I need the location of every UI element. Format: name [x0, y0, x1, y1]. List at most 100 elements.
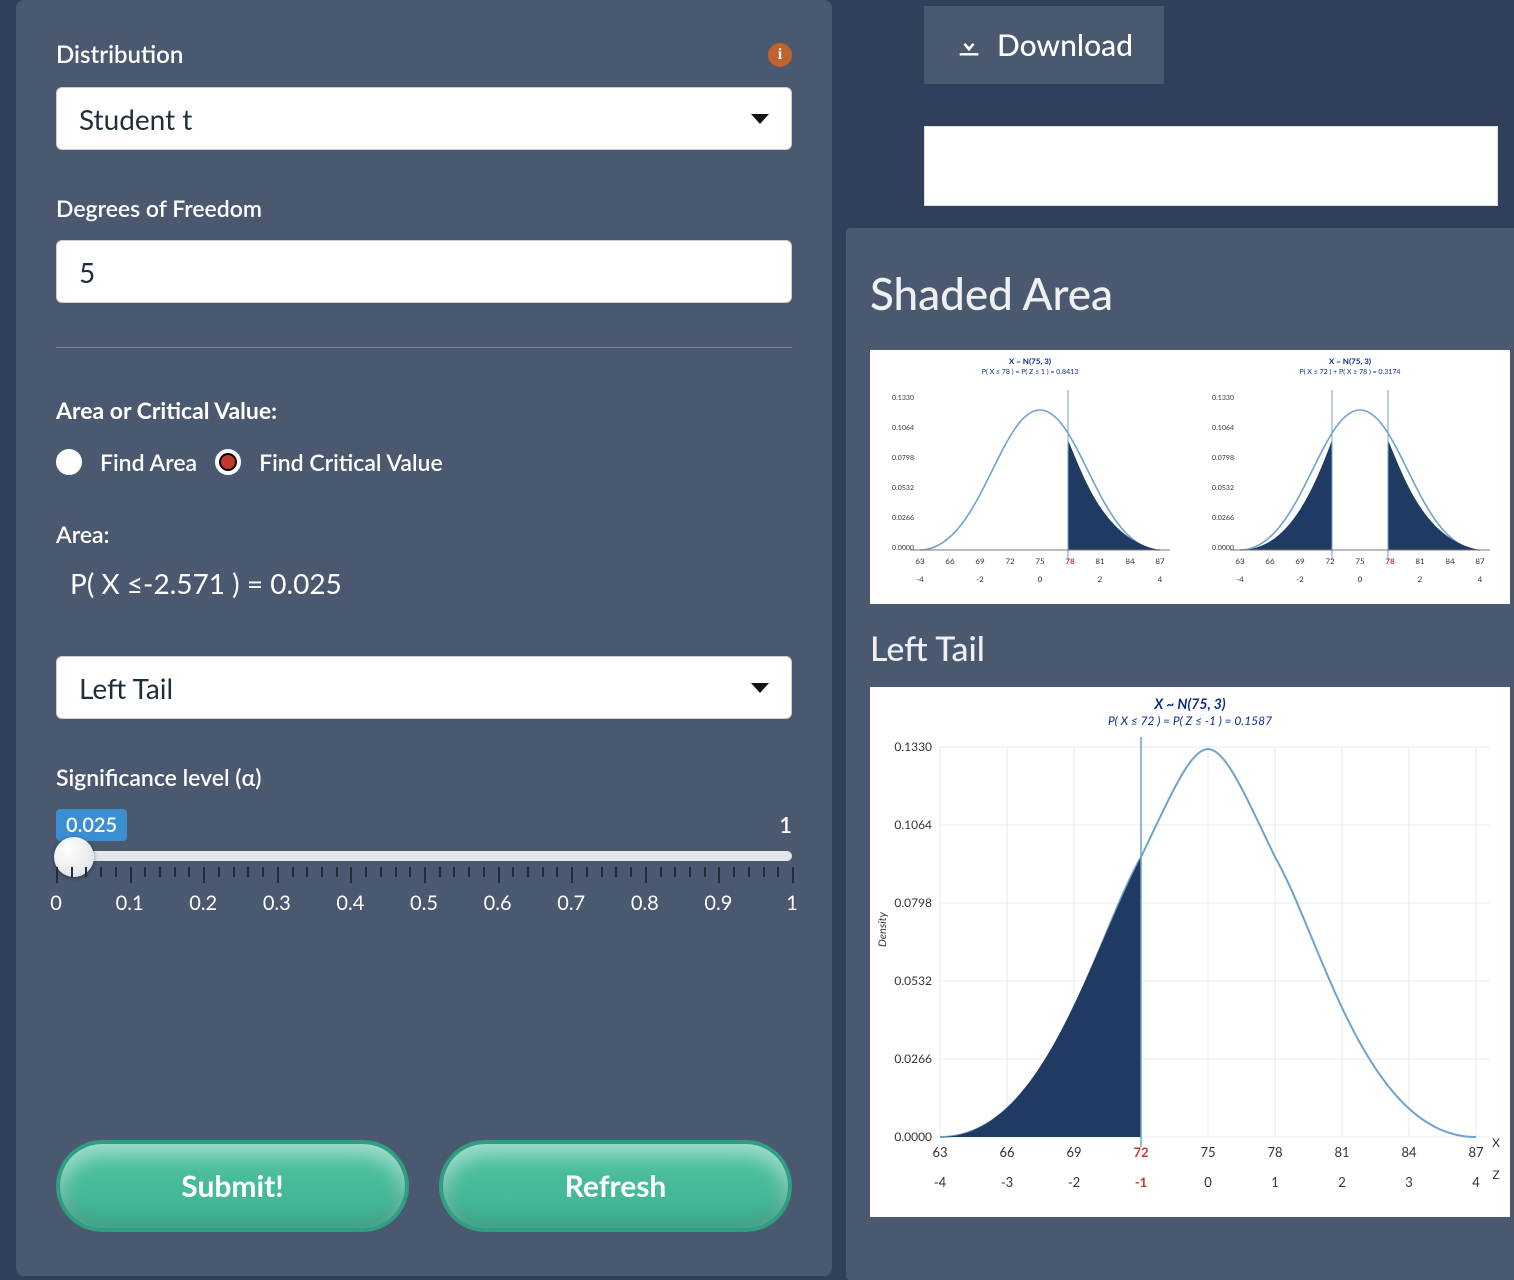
- svg-text:78: 78: [1267, 1144, 1282, 1160]
- svg-text:0.0798: 0.0798: [1212, 454, 1234, 462]
- df-value: 5: [79, 255, 95, 289]
- svg-text:81: 81: [1095, 556, 1105, 566]
- svg-text:-2: -2: [1296, 574, 1304, 584]
- svg-text:84: 84: [1401, 1144, 1417, 1160]
- slider-track: [56, 851, 792, 861]
- svg-text:Z: Z: [1492, 1167, 1499, 1182]
- svg-text:81: 81: [1415, 556, 1425, 566]
- svg-text:0.0532: 0.0532: [892, 484, 914, 492]
- svg-text:69: 69: [1295, 556, 1305, 566]
- svg-text:Density: Density: [876, 911, 889, 947]
- radio-find-critical-value-label: Find Critical Value: [259, 448, 443, 476]
- preview-title: Shaded Area: [870, 268, 1512, 320]
- svg-text:87: 87: [1155, 556, 1165, 566]
- svg-text:4: 4: [1158, 574, 1163, 584]
- area-readout: P( X ≤-2.571 ) = 0.025: [70, 566, 792, 600]
- info-icon[interactable]: i: [768, 43, 792, 67]
- thumb-sub: P( X ≤ 72 ) + P( X ≥ 78 ) = 0.3174: [1300, 367, 1401, 376]
- radio-find-critical-value[interactable]: [215, 449, 241, 475]
- tail-select[interactable]: Left Tail: [56, 656, 792, 719]
- svg-text:75: 75: [1200, 1144, 1215, 1160]
- controls-panel: Distribution i Student t Degrees of Free…: [16, 0, 832, 1276]
- thumb-sub: P( X ≤ 78 ) = P( Z ≤ 1 ) = 0.8413: [982, 367, 1079, 376]
- svg-text:0.0532: 0.0532: [1212, 484, 1234, 492]
- svg-text:3: 3: [1405, 1174, 1413, 1190]
- distribution-label-text: Distribution: [56, 40, 183, 69]
- svg-text:0.0798: 0.0798: [892, 454, 914, 462]
- svg-text:84: 84: [1445, 556, 1455, 566]
- svg-text:0.0266: 0.0266: [894, 1051, 932, 1066]
- svg-text:81: 81: [1334, 1144, 1349, 1160]
- chevron-down-icon: [751, 114, 769, 124]
- svg-text:66: 66: [945, 556, 955, 566]
- svg-text:0.0000: 0.0000: [892, 544, 914, 552]
- distribution-select[interactable]: Student t: [56, 87, 792, 150]
- big-chart-title: Left Tail: [870, 628, 1512, 669]
- thumb-title: X ~ N(75, 3): [1329, 356, 1371, 366]
- svg-text:-2: -2: [1068, 1174, 1080, 1190]
- svg-text:0.0532: 0.0532: [894, 973, 932, 988]
- svg-text:0.1064: 0.1064: [894, 817, 932, 832]
- output-card-peek: [924, 126, 1498, 206]
- svg-text:4: 4: [1472, 1174, 1480, 1190]
- svg-text:75: 75: [1355, 556, 1365, 566]
- chart-title: X ~ N(75, 3): [870, 695, 1510, 712]
- svg-text:2: 2: [1418, 574, 1423, 584]
- svg-text:0.1330: 0.1330: [892, 394, 914, 402]
- refresh-label: Refresh: [565, 1168, 667, 1204]
- svg-text:0: 0: [1038, 574, 1043, 584]
- preview-thumbnails: X ~ N(75, 3) P( X ≤ 78 ) = P( Z ≤ 1 ) = …: [870, 350, 1510, 604]
- svg-text:0.0798: 0.0798: [894, 895, 932, 910]
- svg-text:66: 66: [1265, 556, 1275, 566]
- slider-max: 1: [779, 811, 792, 838]
- svg-text:0: 0: [1204, 1174, 1212, 1190]
- significance-label: Significance level (α): [56, 763, 792, 791]
- svg-text:0.1064: 0.1064: [892, 424, 914, 432]
- svg-text:X: X: [1492, 1135, 1500, 1150]
- svg-text:72: 72: [1005, 556, 1015, 566]
- svg-text:66: 66: [999, 1144, 1014, 1160]
- svg-text:0.0000: 0.0000: [1212, 544, 1234, 552]
- svg-text:0: 0: [1358, 574, 1363, 584]
- significance-slider[interactable]: 0.025 1 00.10.20.30.40.50.60.70.80.91: [56, 809, 792, 929]
- svg-text:72: 72: [1133, 1144, 1148, 1160]
- svg-text:-4: -4: [934, 1174, 947, 1190]
- svg-text:0.0266: 0.0266: [1212, 514, 1234, 522]
- radio-find-area-label: Find Area: [100, 448, 197, 476]
- svg-text:4: 4: [1478, 574, 1483, 584]
- svg-text:63: 63: [1235, 556, 1245, 566]
- thumb-right-tail[interactable]: X ~ N(75, 3) P( X ≤ 78 ) = P( Z ≤ 1 ) = …: [870, 350, 1190, 604]
- refresh-button[interactable]: Refresh: [439, 1140, 792, 1232]
- download-label: Download: [997, 27, 1133, 63]
- thumb-both-tails[interactable]: X ~ N(75, 3) P( X ≤ 72 ) + P( X ≥ 78 ) =…: [1190, 350, 1510, 604]
- submit-label: Submit!: [181, 1168, 283, 1204]
- svg-text:84: 84: [1125, 556, 1135, 566]
- radio-find-area[interactable]: [56, 449, 82, 475]
- svg-text:0.0000: 0.0000: [894, 1129, 932, 1144]
- mode-label: Area or Critical Value:: [56, 396, 792, 424]
- svg-text:0.0266: 0.0266: [892, 514, 914, 522]
- chart-subtitle: P( X ≤ 72 ) = P( Z ≤ -1 ) = 0.1587: [870, 713, 1510, 728]
- svg-text:78: 78: [1065, 556, 1075, 566]
- download-button[interactable]: Download: [924, 6, 1164, 84]
- slider-ticks: [56, 867, 792, 887]
- svg-text:-1: -1: [1135, 1174, 1147, 1190]
- svg-text:-3: -3: [1001, 1174, 1013, 1190]
- svg-text:1: 1: [1271, 1174, 1279, 1190]
- svg-text:69: 69: [1066, 1144, 1081, 1160]
- preview-panel: Shaded Area X ~ N(75, 3) P( X ≤ 78 ) = P…: [846, 228, 1514, 1280]
- separator: [56, 347, 792, 348]
- tail-value: Left Tail: [79, 671, 173, 705]
- download-icon: [955, 31, 983, 59]
- submit-button[interactable]: Submit!: [56, 1140, 409, 1232]
- svg-text:75: 75: [1035, 556, 1045, 566]
- svg-text:0.1064: 0.1064: [1212, 424, 1234, 432]
- svg-text:0.1330: 0.1330: [894, 739, 932, 754]
- big-chart-left-tail[interactable]: X ~ N(75, 3) P( X ≤ 72 ) = P( Z ≤ -1 ) =…: [870, 687, 1510, 1217]
- svg-text:0.1330: 0.1330: [1212, 394, 1234, 402]
- thumb-title: X ~ N(75, 3): [1009, 356, 1051, 366]
- distribution-value: Student t: [79, 102, 192, 136]
- svg-text:78: 78: [1385, 556, 1395, 566]
- df-input[interactable]: 5: [56, 240, 792, 303]
- svg-text:87: 87: [1475, 556, 1485, 566]
